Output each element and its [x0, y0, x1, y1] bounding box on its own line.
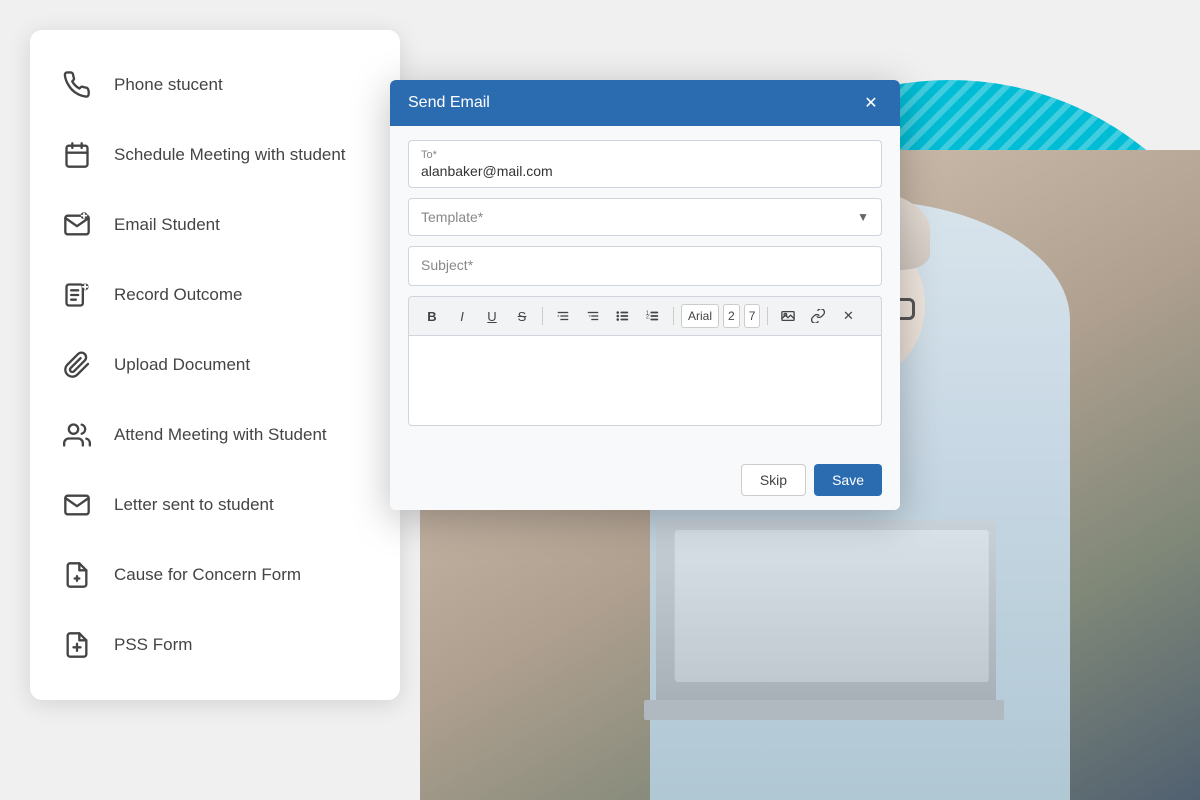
- action-item-pss-form[interactable]: PSS Form: [30, 610, 400, 680]
- toolbar-separator-3: [767, 307, 768, 325]
- svg-text:2.: 2.: [646, 315, 650, 321]
- toolbar-separator-1: [542, 307, 543, 325]
- numbered-list-button[interactable]: 1. 2.: [640, 303, 666, 329]
- underline-button[interactable]: U: [479, 303, 505, 329]
- editor-toolbar: B I U S: [408, 296, 882, 336]
- envelope-icon: [58, 486, 96, 524]
- chevron-down-icon: ▼: [857, 210, 869, 224]
- action-item-upload-document[interactable]: Upload Document: [30, 330, 400, 400]
- action-item-letter-sent[interactable]: Letter sent to student: [30, 470, 400, 540]
- modal-body: To* alanbaker@mail.com Template* ▼ Subje…: [390, 126, 900, 454]
- record-icon: [58, 276, 96, 314]
- save-button[interactable]: Save: [814, 464, 882, 496]
- action-item-attend-meeting[interactable]: Attend Meeting with Student: [30, 400, 400, 470]
- subject-placeholder: Subject*: [421, 257, 473, 273]
- action-item-email-student[interactable]: Email Student: [30, 190, 400, 260]
- action-item-schedule-meeting[interactable]: Schedule Meeting with student: [30, 120, 400, 190]
- font-size2-selector[interactable]: 7: [744, 304, 761, 328]
- to-field-container: To* alanbaker@mail.com: [408, 140, 882, 188]
- italic-button[interactable]: I: [449, 303, 475, 329]
- action-label-email-student: Email Student: [114, 215, 220, 235]
- email-body-editor[interactable]: [408, 336, 882, 426]
- clip-icon: [58, 346, 96, 384]
- action-label-upload-document: Upload Document: [114, 355, 250, 375]
- action-item-phone-student[interactable]: Phone stucent: [30, 50, 400, 120]
- email-action-icon: [58, 206, 96, 244]
- action-label-record-outcome: Record Outcome: [114, 285, 243, 305]
- action-item-concern-form[interactable]: Cause for Concern Form: [30, 540, 400, 610]
- insert-link-button[interactable]: [805, 303, 831, 329]
- action-label-phone-student: Phone stucent: [114, 75, 223, 95]
- form-plus2-icon: [58, 626, 96, 664]
- font-size-selector[interactable]: 2: [723, 304, 740, 328]
- modal-footer: Skip Save: [390, 454, 900, 510]
- skip-button[interactable]: Skip: [741, 464, 806, 496]
- action-label-schedule-meeting: Schedule Meeting with student: [114, 145, 346, 165]
- template-placeholder: Template*: [421, 209, 483, 225]
- action-label-concern-form: Cause for Concern Form: [114, 565, 301, 585]
- template-select[interactable]: Template* ▼: [408, 198, 882, 236]
- form-plus-icon: [58, 556, 96, 594]
- email-modal: Send Email ✕ To* alanbaker@mail.com Temp…: [390, 80, 900, 510]
- indent-decrease-button[interactable]: [580, 303, 606, 329]
- content-area: Phone stucent Schedule Meeting with stud…: [0, 0, 1200, 800]
- modal-close-button[interactable]: ✕: [860, 92, 882, 114]
- to-value: alanbaker@mail.com: [421, 163, 869, 179]
- action-label-letter-sent: Letter sent to student: [114, 495, 274, 515]
- action-label-attend-meeting: Attend Meeting with Student: [114, 425, 327, 445]
- modal-header: Send Email ✕: [390, 80, 900, 126]
- action-item-record-outcome[interactable]: Record Outcome: [30, 260, 400, 330]
- insert-image-button[interactable]: [775, 303, 801, 329]
- action-panel: Phone stucent Schedule Meeting with stud…: [30, 30, 400, 700]
- modal-title: Send Email: [408, 94, 490, 112]
- to-field-box[interactable]: To* alanbaker@mail.com: [408, 140, 882, 188]
- subject-field[interactable]: Subject*: [408, 246, 882, 286]
- action-label-pss-form: PSS Form: [114, 635, 192, 655]
- indent-increase-button[interactable]: [550, 303, 576, 329]
- phone-icon: [58, 66, 96, 104]
- bold-button[interactable]: B: [419, 303, 445, 329]
- font-name-selector[interactable]: Arial: [681, 304, 719, 328]
- group-icon: [58, 416, 96, 454]
- bullet-list-button[interactable]: [610, 303, 636, 329]
- to-label: To*: [421, 149, 869, 161]
- strikethrough-button[interactable]: S: [509, 303, 535, 329]
- toolbar-separator-2: [673, 307, 674, 325]
- calendar-icon: [58, 136, 96, 174]
- remove-format-button[interactable]: ✕: [835, 303, 861, 329]
